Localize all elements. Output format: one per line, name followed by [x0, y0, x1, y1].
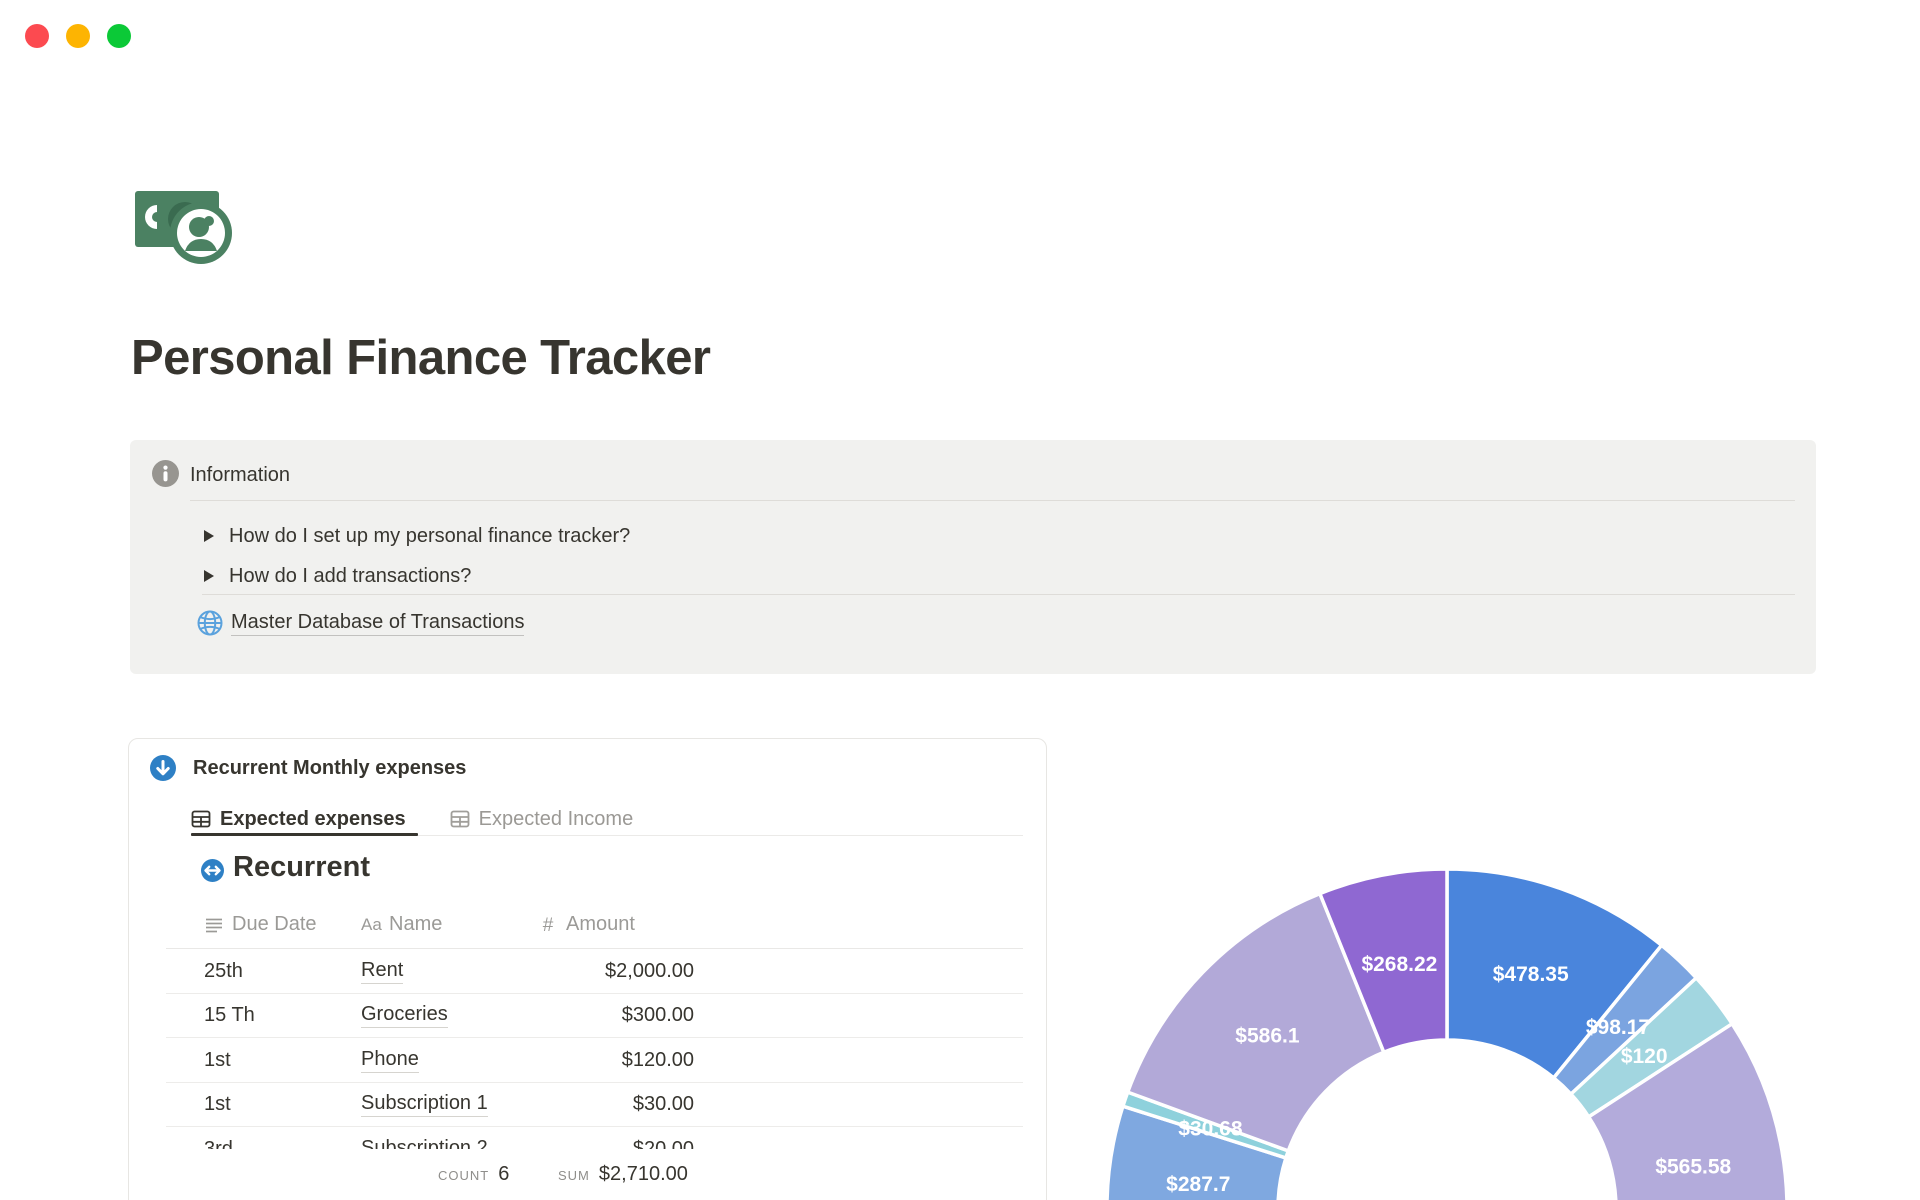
traffic-light-minimize[interactable] — [66, 24, 90, 48]
number-icon: # — [542, 914, 554, 936]
toggle-triangle-icon — [204, 530, 214, 542]
sum-aggregate[interactable]: SUM $2,710.00 — [558, 1163, 688, 1186]
list-icon — [206, 918, 222, 932]
page-title: Personal Finance Tracker — [131, 331, 711, 385]
master-database-link[interactable]: Master Database of Transactions — [197, 606, 525, 640]
arrow-down-circle-icon — [150, 755, 176, 781]
database-title-row[interactable]: Recurrent — [201, 851, 370, 884]
cell-due-date: 15 Th — [204, 1004, 255, 1027]
view-tabs: Expected expenses Expected Income — [191, 803, 633, 835]
table-icon — [191, 810, 211, 828]
table-footer: COUNT 6 SUM $2,710.00 — [130, 1149, 1045, 1200]
tab-expected-income[interactable]: Expected Income — [450, 807, 634, 831]
info-icon — [152, 460, 179, 487]
info-callout: Information How do I set up my personal … — [130, 440, 1816, 674]
cell-amount: $2,000.00 — [605, 959, 694, 982]
count-value: 6 — [498, 1163, 510, 1185]
notion-window: Personal Finance Tracker Information How… — [0, 0, 1920, 1200]
sum-label: SUM — [558, 1168, 590, 1183]
cell-due-date: 1st — [204, 1048, 231, 1071]
table-row[interactable]: 25th Rent $2,000.00 — [129, 949, 1046, 994]
database-title: Recurrent — [233, 851, 370, 883]
cell-due-date: 25th — [204, 959, 243, 982]
divider — [202, 594, 1795, 595]
master-database-link-label: Master Database of Transactions — [231, 611, 525, 636]
tab-expected-expenses[interactable]: Expected expenses — [191, 808, 406, 831]
expenses-card: Recurrent Monthly expenses Expected expe… — [128, 738, 1047, 1200]
cell-due-date: 1st — [204, 1093, 231, 1116]
column-headers: Due Date Aa Name # Amount — [129, 913, 1046, 947]
active-tab-underline — [191, 833, 418, 836]
callout-title: Information — [190, 464, 291, 486]
cell-amount: $30.00 — [632, 1093, 694, 1116]
column-label: Name — [389, 913, 443, 935]
toggle-triangle-icon — [204, 570, 214, 582]
globe-icon — [197, 610, 223, 636]
table-icon — [450, 810, 470, 828]
column-label: Due Date — [232, 913, 317, 935]
cell-amount: $300.00 — [621, 1004, 694, 1027]
sum-value: $2,710.00 — [598, 1163, 688, 1185]
column-header-amount[interactable]: # Amount — [538, 913, 635, 936]
table-row[interactable]: 1st Subscription 1 $30.00 — [129, 1083, 1046, 1127]
card-title: Recurrent Monthly expenses — [193, 756, 467, 779]
toggle-setup-question[interactable]: How do I set up my personal finance trac… — [190, 516, 1795, 556]
toggle-add-transactions-question[interactable]: How do I add transactions? — [190, 556, 1795, 596]
arrows-left-right-circle-icon — [201, 859, 224, 882]
card-header[interactable]: Recurrent Monthly expenses — [150, 755, 466, 781]
table-row[interactable]: 15 Th Groceries $300.00 — [129, 994, 1046, 1038]
table-body: 25th Rent $2,000.00 15 Th Groceries $300.00 1s… — [129, 949, 1046, 1172]
page-icon banknote-with-coin-icon[interactable] — [131, 183, 239, 267]
column-label: Amount — [566, 913, 635, 935]
column-header-name[interactable]: Aa Name — [361, 913, 442, 936]
tab-label: Expected expenses — [220, 807, 406, 830]
window-controls — [25, 24, 131, 48]
count-aggregate[interactable]: COUNT 6 — [438, 1163, 509, 1186]
divider — [190, 500, 1795, 501]
cell-amount: $120.00 — [621, 1048, 694, 1071]
traffic-light-close[interactable] — [25, 24, 49, 48]
count-label: COUNT — [438, 1168, 490, 1183]
text-icon: Aa — [361, 914, 382, 934]
toggle-label: How do I add transactions? — [229, 564, 472, 587]
tab-label: Expected Income — [478, 807, 634, 830]
toggle-label: How do I set up my personal finance trac… — [229, 524, 631, 547]
column-header-due-date[interactable]: Due Date — [204, 913, 317, 936]
table-row[interactable]: 1st Phone $120.00 — [129, 1038, 1046, 1083]
traffic-light-zoom[interactable] — [107, 24, 131, 48]
